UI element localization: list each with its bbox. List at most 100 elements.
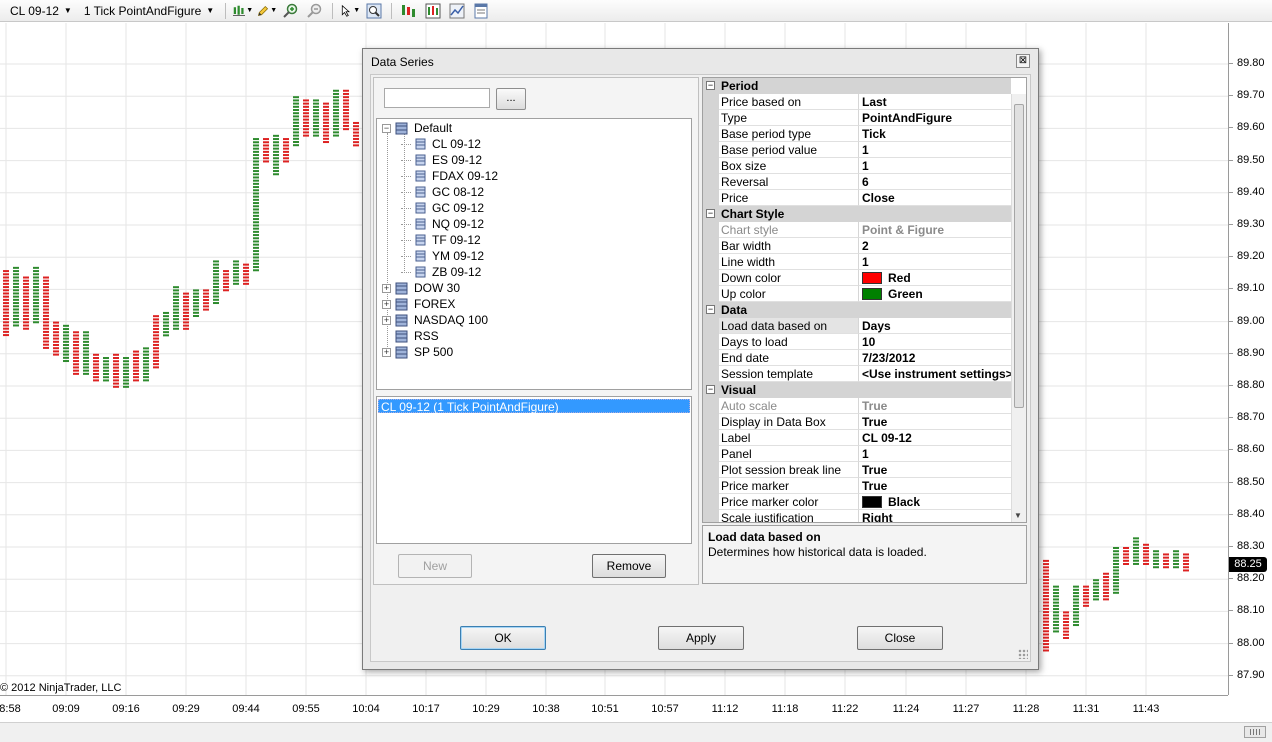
prop-scale-justification[interactable]: Scale justification Right bbox=[703, 510, 1011, 522]
tree-node-rss[interactable]: RSS bbox=[382, 328, 439, 344]
instrument-tree[interactable]: − Default CL 09-12 ES 09-12 FDAX 09-12 G… bbox=[376, 118, 692, 390]
up-box bbox=[143, 347, 149, 350]
prop-reversal[interactable]: Reversal 6 bbox=[703, 174, 1011, 190]
prop-price[interactable]: Price Close bbox=[703, 190, 1011, 206]
cursor-mode-button[interactable]: ▼ bbox=[340, 2, 360, 20]
collapse-icon[interactable]: − bbox=[706, 81, 715, 90]
prop-panel[interactable]: Panel 1 bbox=[703, 446, 1011, 462]
tree-node-instrument[interactable]: NQ 09-12 bbox=[401, 216, 484, 232]
remove-button[interactable]: Remove bbox=[592, 554, 666, 578]
prop-label[interactable]: Label CL 09-12 bbox=[703, 430, 1011, 446]
prop-up-color[interactable]: Up color Green bbox=[703, 286, 1011, 302]
prop-chart-style[interactable]: Chart style Point & Figure bbox=[703, 222, 1011, 238]
down-box bbox=[183, 308, 189, 311]
instrument-selector[interactable]: CL 09-12 ▼ bbox=[6, 4, 76, 18]
tree-node-instrument[interactable]: GC 09-12 bbox=[401, 200, 484, 216]
time-axis[interactable]: 8:58 09:09 09:16 09:29 09:44 09:55 10:04 10:17 1… bbox=[0, 695, 1228, 722]
properties-button[interactable] bbox=[471, 2, 491, 20]
scrollbar-thumb[interactable] bbox=[1014, 104, 1024, 408]
up-box bbox=[1053, 617, 1059, 620]
configured-series-list[interactable]: CL 09-12 (1 Tick PointAndFigure) bbox=[376, 396, 692, 544]
tree-node-instrument[interactable]: GC 08-12 bbox=[401, 184, 484, 200]
period-selector[interactable]: 1 Tick PointAndFigure ▼ bbox=[80, 4, 218, 18]
tree-node-label: GC 08-12 bbox=[432, 185, 485, 199]
prop-load-data-based-on[interactable]: Load data based on Days bbox=[703, 318, 1011, 334]
up-box bbox=[253, 224, 259, 227]
magnifier-button[interactable] bbox=[364, 2, 384, 20]
prop-price-marker-color[interactable]: Price marker color Black bbox=[703, 494, 1011, 510]
tree-node-instrument[interactable]: CL 09-12 bbox=[401, 136, 481, 152]
collapse-icon[interactable]: − bbox=[706, 385, 715, 394]
up-box bbox=[1173, 553, 1179, 556]
ok-button[interactable]: OK bbox=[460, 626, 546, 650]
indicators-button[interactable] bbox=[447, 2, 467, 20]
down-box bbox=[1103, 585, 1109, 588]
new-button[interactable]: New bbox=[398, 554, 472, 578]
tree-node-instrument[interactable]: TF 09-12 bbox=[401, 232, 481, 248]
property-grid-scrollbar[interactable]: ▼ bbox=[1011, 94, 1026, 522]
up-box bbox=[253, 208, 259, 211]
tree-node-nasdaq-100[interactable]: + NASDAQ 100 bbox=[382, 312, 488, 328]
chevron-down-icon[interactable]: ▼ bbox=[1014, 511, 1022, 520]
prop-session-template[interactable]: Session template <Use instrument settings… bbox=[703, 366, 1011, 382]
collapse-icon[interactable]: − bbox=[706, 209, 715, 218]
prop-bar-width[interactable]: Bar width 2 bbox=[703, 238, 1011, 254]
price-label: 88.40 bbox=[1237, 507, 1265, 520]
price-tick bbox=[1229, 288, 1233, 290]
apply-button[interactable]: Apply bbox=[658, 626, 744, 650]
drawing-tools-button[interactable]: ▼ bbox=[257, 2, 277, 20]
category-visual[interactable]: − Visual bbox=[703, 382, 1011, 398]
tree-node-sp-500[interactable]: + SP 500 bbox=[382, 344, 453, 360]
instrument-search-input[interactable] bbox=[384, 88, 490, 108]
down-box bbox=[323, 137, 329, 140]
category-period[interactable]: − Period bbox=[703, 78, 1011, 94]
expand-icon[interactable]: + bbox=[382, 299, 391, 309]
chart-style-button[interactable]: ▼ bbox=[233, 2, 253, 20]
up-box bbox=[273, 166, 279, 169]
tree-node-instrument[interactable]: FDAX 09-12 bbox=[401, 168, 498, 184]
prop-base-period-type[interactable]: Base period type Tick bbox=[703, 126, 1011, 142]
expand-icon[interactable]: + bbox=[382, 347, 391, 357]
prop-base-period-value[interactable]: Base period value 1 bbox=[703, 142, 1011, 158]
prop-days-to-load[interactable]: Days to load 10 bbox=[703, 334, 1011, 350]
collapse-icon[interactable]: − bbox=[706, 305, 715, 314]
category-chart-style[interactable]: − Chart Style bbox=[703, 206, 1011, 222]
prop-line-width[interactable]: Line width 1 bbox=[703, 254, 1011, 270]
tree-node-instrument[interactable]: YM 09-12 bbox=[401, 248, 484, 264]
up-box bbox=[1053, 595, 1059, 598]
scrollbar-thumb[interactable] bbox=[1244, 726, 1266, 738]
property-grid[interactable]: − Period Price based on Last Type PointAndF… bbox=[702, 77, 1027, 523]
strategies-button[interactable] bbox=[423, 2, 443, 20]
tree-node-default[interactable]: − Default bbox=[382, 120, 452, 136]
price-label: 89.00 bbox=[1237, 314, 1265, 327]
up-box bbox=[33, 289, 39, 292]
prop-down-color[interactable]: Down color Red bbox=[703, 270, 1011, 286]
series-list-item[interactable]: CL 09-12 (1 Tick PointAndFigure) bbox=[378, 399, 690, 414]
collapse-icon[interactable]: − bbox=[382, 123, 391, 133]
pencil-icon bbox=[258, 5, 269, 16]
expand-icon[interactable]: + bbox=[382, 315, 391, 325]
prop-price-marker[interactable]: Price marker True bbox=[703, 478, 1011, 494]
resize-grip-icon[interactable] bbox=[1018, 649, 1028, 659]
expand-icon[interactable]: + bbox=[382, 283, 391, 293]
category-data[interactable]: − Data bbox=[703, 302, 1011, 318]
prop-auto-scale[interactable]: Auto scale True bbox=[703, 398, 1011, 414]
prop-plot-session-break-line[interactable]: Plot session break line True bbox=[703, 462, 1011, 478]
prop-type[interactable]: Type PointAndFigure bbox=[703, 110, 1011, 126]
price-axis[interactable]: 89.80 89.70 89.60 89.50 89.40 89.30 89.20 89.10… bbox=[1228, 23, 1272, 695]
zoom-in-button[interactable] bbox=[281, 2, 301, 20]
data-series-button[interactable] bbox=[399, 2, 419, 20]
prop-display-in-data-box[interactable]: Display in Data Box True bbox=[703, 414, 1011, 430]
browse-button[interactable]: ... bbox=[496, 88, 526, 110]
prop-box-size[interactable]: Box size 1 bbox=[703, 158, 1011, 174]
tree-node-forex[interactable]: + FOREX bbox=[382, 296, 455, 312]
prop-price-based-on[interactable]: Price based on Last bbox=[703, 94, 1011, 110]
horizontal-scrollbar[interactable] bbox=[0, 722, 1272, 742]
zoom-out-button[interactable] bbox=[305, 2, 325, 20]
tree-node-dow-30[interactable]: + DOW 30 bbox=[382, 280, 460, 296]
tree-node-instrument[interactable]: ZB 09-12 bbox=[401, 264, 481, 280]
close-button[interactable]: Close bbox=[857, 626, 943, 650]
prop-end-date[interactable]: End date 7/23/2012 bbox=[703, 350, 1011, 366]
tree-node-instrument[interactable]: ES 09-12 bbox=[401, 152, 482, 168]
close-icon[interactable]: ⊠ bbox=[1016, 54, 1030, 68]
